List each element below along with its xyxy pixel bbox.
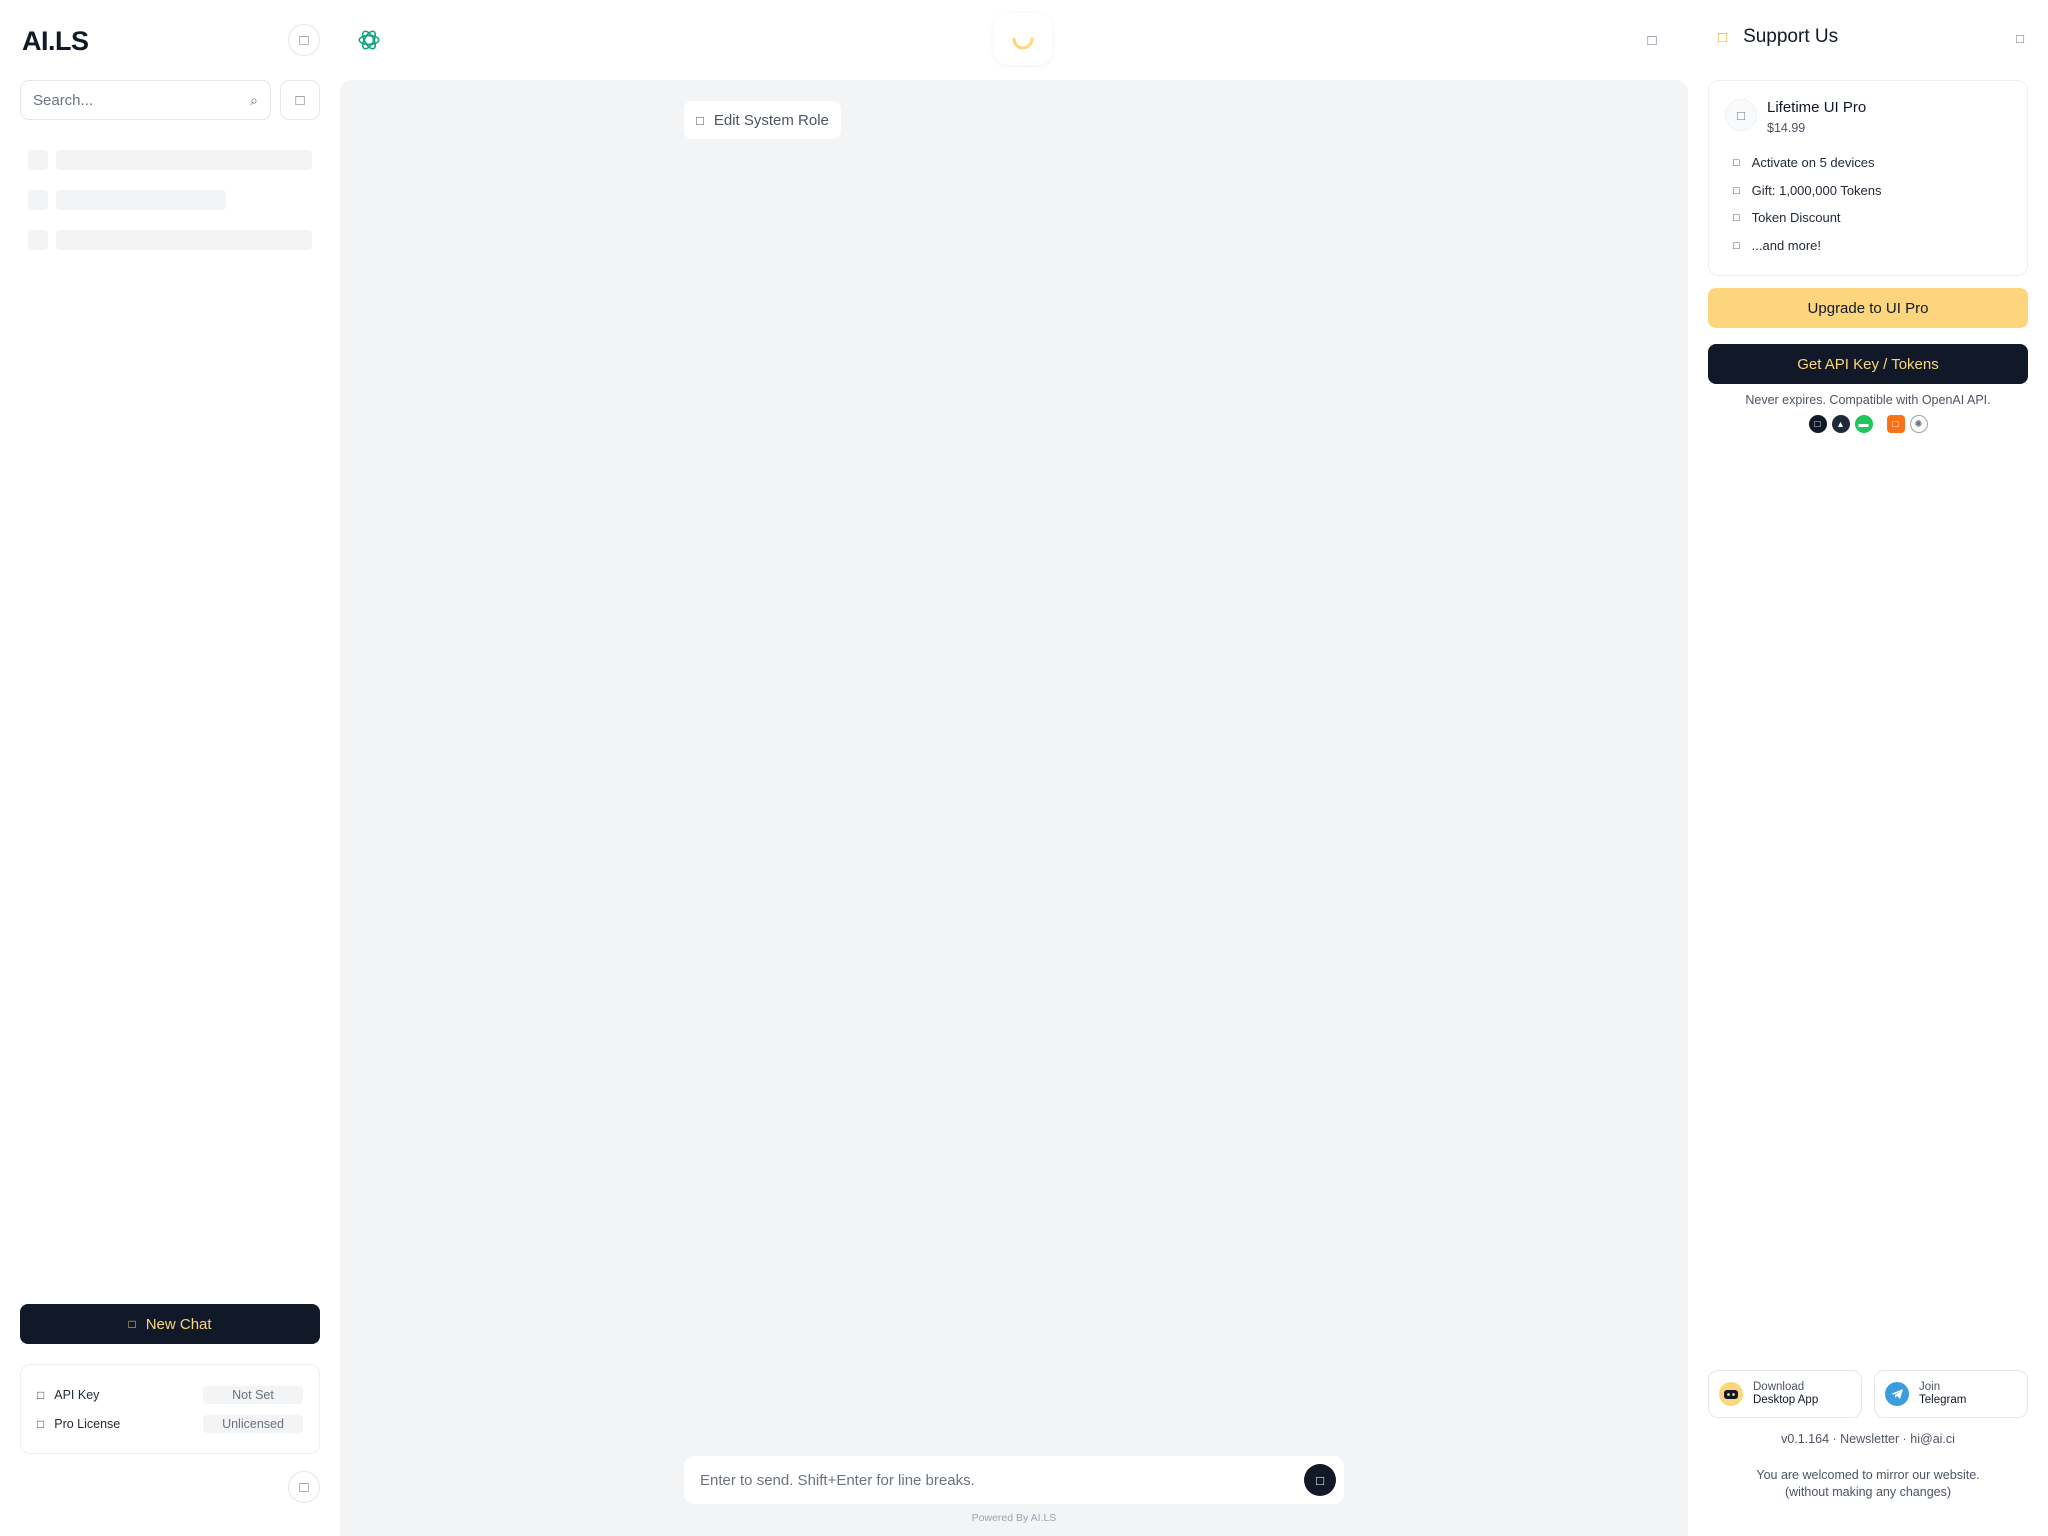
key-icon: □: [37, 1388, 45, 1402]
crown-icon: □: [1725, 99, 1757, 131]
license-icon: □: [37, 1417, 45, 1431]
desktop-app-line1: Download: [1753, 1381, 1805, 1393]
feature-text: Gift: 1,000,000 Tokens: [1751, 183, 1882, 198]
powered-by-text: Powered By AI.LS: [971, 1512, 1057, 1524]
openai-model-icon[interactable]: [356, 27, 382, 53]
panel-toggle-icon[interactable]: □: [1640, 28, 1664, 52]
desktop-app-line2: Desktop App: [1753, 1394, 1819, 1406]
never-expires-text: Never expires. Compatible with OpenAI AP…: [1745, 393, 1991, 407]
mirror-note-line2: (without making any changes): [1784, 1485, 1952, 1499]
status-row-api-key[interactable]: □ API Key Not Set: [37, 1385, 303, 1405]
plus-icon: □: [128, 1317, 136, 1331]
plan-feature: □ Gift: 1,000,000 Tokens: [1733, 183, 1882, 198]
support-title: Support Us: [1743, 26, 1839, 47]
new-folder-button[interactable]: □: [280, 80, 320, 120]
download-desktop-app-button[interactable]: Download Desktop App: [1708, 1370, 1862, 1418]
app-logo[interactable]: AI.LS: [22, 26, 110, 58]
provider-dark-icon: □: [1808, 415, 1827, 433]
sidebar-collapse-icon: □: [299, 31, 309, 49]
plan-feature: □ Token Discount: [1733, 210, 1841, 225]
chat-list-skeleton-row: [28, 150, 312, 170]
close-panel-icon[interactable]: □: [2010, 28, 2030, 48]
send-icon: □: [1316, 1472, 1324, 1488]
send-button[interactable]: □: [1304, 1464, 1336, 1496]
search-icon[interactable]: ⌕: [250, 92, 258, 109]
telegram-icon: [1885, 1382, 1909, 1406]
plan-feature: □ Activate on 5 devices: [1733, 155, 1875, 170]
mirror-note: You are welcomed to mirror our website. …: [1708, 1467, 2028, 1501]
robot-icon: [1719, 1382, 1743, 1406]
sidebar: AI.LS □ ⌕ □ □ New Chat □ API Key Not Set…: [0, 0, 340, 1536]
edit-system-role-button[interactable]: □ Edit System Role: [684, 101, 841, 139]
loading-spinner: [994, 13, 1052, 65]
edit-system-role-label: Edit System Role: [713, 111, 829, 129]
version-newsletter-contact[interactable]: v0.1.164 · Newsletter · hi@ai.ci: [1708, 1432, 2028, 1446]
mirror-note-line1: You are welcomed to mirror our website.: [1756, 1468, 1980, 1482]
devices-icon: □: [1733, 156, 1740, 169]
feature-text: Token Discount: [1751, 210, 1841, 225]
join-telegram-button[interactable]: Join Telegram: [1874, 1370, 2028, 1418]
status-label: □ API Key: [37, 1388, 99, 1402]
support-header: □ Support Us: [1718, 26, 1838, 48]
edit-icon: □: [696, 112, 704, 128]
message-composer: □: [684, 1456, 1344, 1504]
cat-icon: ▴: [1831, 415, 1850, 433]
get-api-key-button[interactable]: Get API Key / Tokens: [1708, 344, 2028, 384]
status-row-pro-license[interactable]: □ Pro License Unlicensed: [37, 1414, 303, 1434]
chat-list-skeleton-row: [28, 230, 312, 250]
more-icon: □: [1733, 239, 1740, 252]
search-input[interactable]: [33, 91, 251, 109]
api-key-status-badge: Not Set: [203, 1386, 303, 1404]
pro-plan-card: □ Lifetime UI Pro $14.99 □ Activate on 5…: [1708, 80, 2028, 276]
chat-bubble-icon: ▬: [1854, 415, 1873, 433]
upgrade-to-pro-button[interactable]: Upgrade to UI Pro: [1708, 288, 2028, 328]
plan-name: Lifetime UI Pro: [1767, 99, 1867, 116]
feature-text: Activate on 5 devices: [1751, 155, 1875, 170]
logo-text: AI.LS: [22, 26, 89, 56]
image-icon: □: [1886, 415, 1905, 433]
openai-icon: ✺: [1909, 415, 1928, 433]
folder-plus-icon: □: [295, 91, 305, 109]
search-box: ⌕: [20, 80, 271, 120]
chat-area: □ Edit System Role □ Powered By AI.LS: [340, 80, 1688, 1536]
sidebar-toggle-button[interactable]: □: [288, 24, 320, 56]
feature-text: ...and more!: [1751, 238, 1822, 253]
plan-feature: □ ...and more!: [1733, 238, 1821, 253]
discount-icon: □: [1733, 211, 1740, 224]
provider-icons: □ ▴ ▬ □ ✺: [1688, 415, 2048, 433]
telegram-line2: Telegram: [1919, 1394, 1967, 1406]
desktop-app-text: Download Desktop App: [1753, 1381, 1818, 1407]
spinner-icon: [1012, 37, 1034, 50]
telegram-line1: Join: [1919, 1381, 1941, 1393]
new-chat-button[interactable]: □ New Chat: [20, 1304, 320, 1344]
chat-list-skeleton-row: [28, 190, 312, 210]
settings-button[interactable]: □: [288, 1471, 320, 1503]
api-key-label: API Key: [54, 1388, 100, 1402]
pro-license-status-badge: Unlicensed: [203, 1415, 303, 1433]
status-label: □ Pro License: [37, 1417, 120, 1431]
pro-license-label: Pro License: [54, 1417, 121, 1431]
heart-icon: □: [1718, 28, 1728, 46]
gear-icon: □: [299, 1478, 309, 1496]
plan-price: $14.99: [1767, 121, 1806, 135]
support-panel: □ Support Us □ □ Lifetime UI Pro $14.99 …: [1688, 0, 2048, 1536]
message-input[interactable]: [700, 1471, 1304, 1489]
gift-icon: □: [1733, 184, 1740, 197]
telegram-text: Join Telegram: [1919, 1381, 1966, 1407]
new-chat-label: New Chat: [145, 1315, 212, 1333]
status-card: □ API Key Not Set □ Pro License Unlicens…: [20, 1364, 320, 1454]
